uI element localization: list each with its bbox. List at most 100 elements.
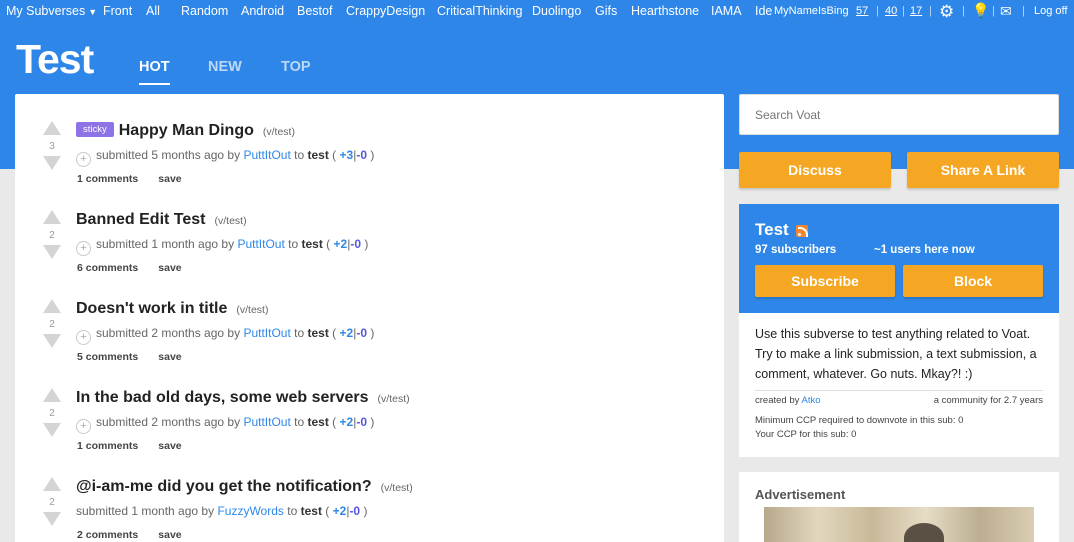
post-score: 2	[49, 408, 55, 419]
expand-icon[interactable]: +	[76, 419, 91, 434]
tab-top[interactable]: TOP	[281, 59, 311, 75]
nav-link-crappydesign[interactable]: CrappyDesign	[346, 4, 425, 18]
lightbulb-icon[interactable]: 💡	[972, 2, 989, 19]
post-domain[interactable]: (v/test)	[236, 304, 268, 316]
subverse-link[interactable]: test	[301, 504, 322, 518]
advertisement-image[interactable]	[764, 507, 1034, 542]
nav-link-ide[interactable]: Ide	[755, 4, 772, 18]
post-title[interactable]: Happy Man Dingo	[119, 122, 254, 139]
gear-icon[interactable]: ⚙	[939, 2, 954, 22]
points-separator: |	[929, 5, 932, 17]
post-title[interactable]: Doesn't work in title	[76, 300, 227, 317]
post-item: 2 @i-am-me did you get the notification?…	[15, 450, 724, 541]
chevron-down-icon: ▼	[88, 7, 98, 17]
post-domain[interactable]: (v/test)	[378, 393, 410, 405]
post-list: 3 sticky Happy Man Dingo (v/test) + submitt…	[15, 94, 724, 542]
share-link-button[interactable]: Share A Link	[907, 152, 1059, 188]
author-link[interactable]: PuttItOut	[243, 326, 290, 340]
points-link-3[interactable]: 17	[910, 5, 922, 17]
mail-icon[interactable]: ✉	[1000, 3, 1012, 20]
submitted-text: submitted 1 month ago by	[96, 237, 235, 251]
expand-icon[interactable]: +	[76, 152, 91, 167]
nav-link-criticalthinking[interactable]: CriticalThinking	[437, 4, 522, 18]
creator-link[interactable]: Atko	[802, 395, 821, 406]
nav-link-all[interactable]: All	[146, 4, 160, 18]
downvote-count: -0	[350, 237, 361, 251]
points-separator: |	[876, 5, 879, 17]
nav-link-iama[interactable]: IAMA	[711, 4, 742, 18]
post-item: 2 In the bad old days, some web servers (…	[15, 361, 724, 452]
discuss-button[interactable]: Discuss	[739, 152, 891, 188]
author-link[interactable]: PuttItOut	[243, 415, 290, 429]
rss-icon[interactable]	[796, 225, 808, 237]
author-link[interactable]: PuttItOut	[243, 148, 290, 162]
subverse-link[interactable]: test	[308, 326, 329, 340]
tab-hot[interactable]: HOT	[139, 59, 170, 85]
advertisement-figure	[904, 523, 944, 542]
points-link-1[interactable]: 57	[856, 5, 868, 17]
post-title[interactable]: In the bad old days, some web servers	[76, 389, 369, 406]
upvote-count: +2	[332, 504, 347, 518]
downvote-arrow-icon[interactable]	[43, 512, 61, 526]
upvote-arrow-icon[interactable]	[43, 210, 61, 224]
to-text: to	[288, 237, 299, 251]
downvote-count: -0	[356, 415, 367, 429]
post-domain[interactable]: (v/test)	[381, 482, 413, 494]
post-item: 2 Banned Edit Test (v/test) + submitted 1 …	[15, 183, 724, 274]
your-ccp-text: Your CCP for this sub: 0	[755, 429, 857, 440]
nav-link-front[interactable]: Front	[103, 4, 132, 18]
downvote-arrow-icon[interactable]	[43, 334, 61, 348]
nav-link-android[interactable]: Android	[241, 4, 284, 18]
username-link[interactable]: MyNameIsBing	[774, 5, 849, 17]
logout-link[interactable]: Log off	[1034, 5, 1067, 17]
points-link-2[interactable]: 40	[885, 5, 897, 17]
subverse-description: Use this subverse to test anything relat…	[755, 327, 1037, 381]
author-link[interactable]: FuzzyWords	[217, 504, 283, 518]
subscriber-count: 97 subscribers	[755, 244, 837, 256]
post-domain[interactable]: (v/test)	[215, 215, 247, 227]
post-title[interactable]: @i-am-me did you get the notification?	[76, 478, 372, 495]
to-text: to	[294, 326, 305, 340]
search-input[interactable]	[739, 94, 1059, 135]
save-link[interactable]: save	[158, 529, 181, 541]
tab-new[interactable]: NEW	[208, 59, 242, 75]
upvote-count: +2	[339, 326, 354, 340]
subverse-link[interactable]: test	[308, 415, 329, 429]
post-score: 2	[49, 319, 55, 330]
comments-link[interactable]: 2 comments	[77, 529, 138, 541]
users-online-count: ~1 users here now	[874, 244, 975, 256]
subverse-link[interactable]: test	[302, 237, 323, 251]
advertisement-title: Advertisement	[755, 487, 846, 502]
block-button[interactable]: Block	[903, 265, 1043, 297]
sticky-badge: sticky	[76, 122, 114, 137]
upvote-arrow-icon[interactable]	[43, 299, 61, 313]
to-text: to	[294, 415, 305, 429]
nav-link-duolingo[interactable]: Duolingo	[532, 4, 581, 18]
downvote-arrow-icon[interactable]	[43, 245, 61, 259]
nav-link-bestof[interactable]: Bestof	[297, 4, 332, 18]
points-separator: |	[1022, 5, 1025, 17]
post-score: 2	[49, 497, 55, 508]
post-title[interactable]: Banned Edit Test	[76, 211, 206, 228]
upvote-arrow-icon[interactable]	[43, 477, 61, 491]
expand-icon[interactable]: +	[76, 330, 91, 345]
submitted-text: submitted 2 months ago by	[96, 326, 241, 340]
downvote-arrow-icon[interactable]	[43, 156, 61, 170]
upvote-arrow-icon[interactable]	[43, 121, 61, 135]
subscribe-button[interactable]: Subscribe	[755, 265, 895, 297]
subverse-name[interactable]: Test	[755, 220, 789, 240]
post-score: 3	[49, 141, 55, 152]
subverse-link[interactable]: test	[308, 148, 329, 162]
nav-link-hearthstone[interactable]: Hearthstone	[631, 4, 699, 18]
divider	[755, 390, 1043, 391]
my-subverses-menu[interactable]: My Subverses ▼	[6, 4, 97, 18]
expand-icon[interactable]: +	[76, 241, 91, 256]
subverse-info-box: Test 97 subscribers ~1 users here now Su…	[739, 204, 1059, 313]
post-domain[interactable]: (v/test)	[263, 126, 295, 138]
downvote-arrow-icon[interactable]	[43, 423, 61, 437]
author-link[interactable]: PuttItOut	[237, 237, 284, 251]
subverse-title[interactable]: Test	[16, 36, 94, 83]
upvote-arrow-icon[interactable]	[43, 388, 61, 402]
nav-link-gifs[interactable]: Gifs	[595, 4, 617, 18]
nav-link-random[interactable]: Random	[181, 4, 228, 18]
